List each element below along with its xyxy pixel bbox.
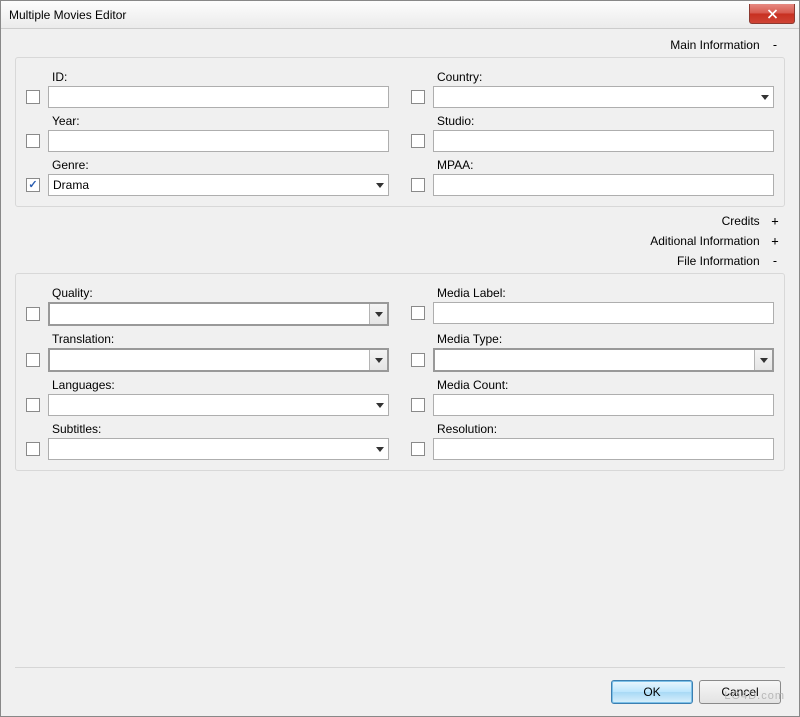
media-label-label: Media Label: [437, 286, 774, 300]
ok-button[interactable]: OK [611, 680, 693, 704]
chevron-down-icon[interactable] [372, 175, 388, 195]
mpaa-input[interactable] [433, 174, 774, 196]
id-label: ID: [52, 70, 389, 84]
genre-combo[interactable]: Drama [48, 174, 389, 196]
subtitles-combo[interactable] [48, 438, 389, 460]
footer-buttons: OK Cancel [611, 680, 781, 704]
country-checkbox[interactable] [411, 90, 425, 104]
chevron-down-icon[interactable] [369, 304, 387, 324]
media-label-checkbox[interactable] [411, 306, 425, 320]
resolution-input[interactable] [433, 438, 774, 460]
chevron-down-icon[interactable] [369, 350, 387, 370]
cancel-button[interactable]: Cancel [699, 680, 781, 704]
expand-icon: + [769, 234, 781, 248]
studio-input[interactable] [433, 130, 774, 152]
close-icon [767, 9, 778, 19]
window-title: Multiple Movies Editor [9, 8, 126, 22]
section-label: File Information [677, 254, 760, 268]
genre-label: Genre: [52, 158, 389, 172]
resolution-label: Resolution: [437, 422, 774, 436]
media-count-label: Media Count: [437, 378, 774, 392]
year-input[interactable] [48, 130, 389, 152]
mpaa-label: MPAA: [437, 158, 774, 172]
quality-label: Quality: [52, 286, 389, 300]
window: Multiple Movies Editor Main Information … [0, 0, 800, 717]
media-label-input[interactable] [433, 302, 774, 324]
file-information-panel: Quality: Media Label: [15, 273, 785, 471]
section-label: Aditional Information [650, 234, 759, 248]
titlebar: Multiple Movies Editor [1, 1, 799, 29]
studio-checkbox[interactable] [411, 134, 425, 148]
chevron-down-icon[interactable] [372, 395, 388, 415]
quality-checkbox[interactable] [26, 307, 40, 321]
media-count-checkbox[interactable] [411, 398, 425, 412]
languages-label: Languages: [52, 378, 389, 392]
section-label: Main Information [670, 38, 759, 52]
studio-label: Studio: [437, 114, 774, 128]
mpaa-checkbox[interactable] [411, 178, 425, 192]
country-label: Country: [437, 70, 774, 84]
section-header-main[interactable]: Main Information - [15, 35, 785, 55]
close-button[interactable] [749, 4, 795, 24]
languages-checkbox[interactable] [26, 398, 40, 412]
section-header-file[interactable]: File Information - [15, 251, 785, 271]
id-input[interactable] [48, 86, 389, 108]
quality-combo[interactable] [48, 302, 389, 326]
content-area: Main Information - ID: Country: [1, 29, 799, 716]
year-label: Year: [52, 114, 389, 128]
resolution-checkbox[interactable] [411, 442, 425, 456]
section-label: Credits [722, 214, 760, 228]
country-combo[interactable] [433, 86, 774, 108]
genre-checkbox[interactable] [26, 178, 40, 192]
collapse-icon: - [769, 254, 781, 268]
collapse-icon: - [769, 38, 781, 52]
expand-icon: + [769, 214, 781, 228]
year-checkbox[interactable] [26, 134, 40, 148]
section-header-credits[interactable]: Credits + [15, 211, 785, 231]
media-count-input[interactable] [433, 394, 774, 416]
section-header-additional[interactable]: Aditional Information + [15, 231, 785, 251]
subtitles-label: Subtitles: [52, 422, 389, 436]
subtitles-checkbox[interactable] [26, 442, 40, 456]
translation-combo[interactable] [48, 348, 389, 372]
translation-checkbox[interactable] [26, 353, 40, 367]
chevron-down-icon[interactable] [754, 350, 772, 370]
main-information-panel: ID: Country: [15, 57, 785, 207]
chevron-down-icon[interactable] [372, 439, 388, 459]
id-checkbox[interactable] [26, 90, 40, 104]
media-type-checkbox[interactable] [411, 353, 425, 367]
languages-combo[interactable] [48, 394, 389, 416]
footer-separator [15, 667, 785, 668]
media-type-label: Media Type: [437, 332, 774, 346]
translation-label: Translation: [52, 332, 389, 346]
chevron-down-icon[interactable] [757, 87, 773, 107]
media-type-combo[interactable] [433, 348, 774, 372]
